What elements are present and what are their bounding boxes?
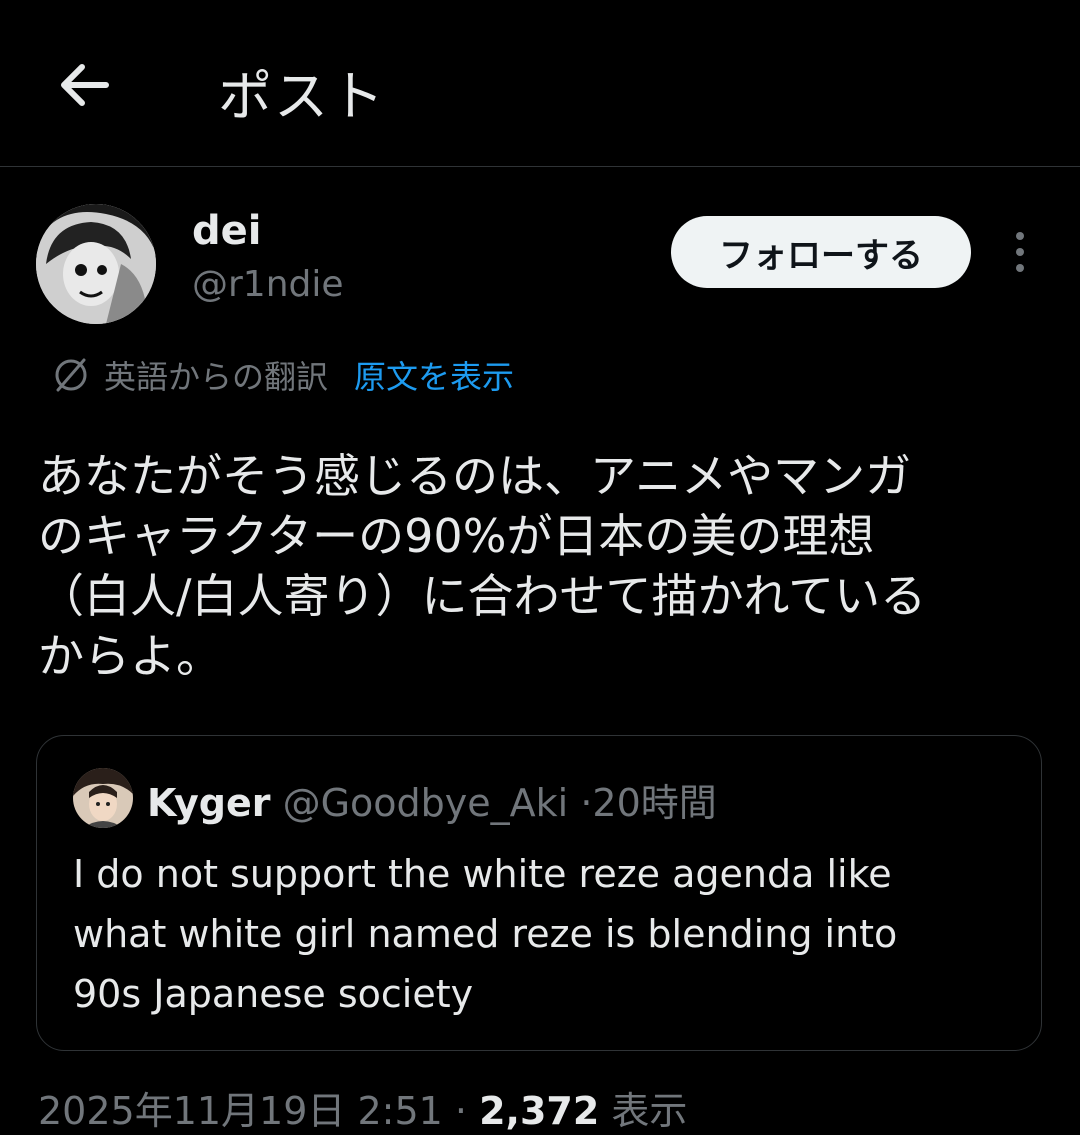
post-meta: 2025年11月19日 2:51 · 2,372 表示 [38,1080,687,1135]
follow-button[interactable]: フォローする [671,216,971,288]
post-text-line: からよ。 [38,629,222,683]
views-count: 2,372 [479,1089,600,1133]
separator-dot: · [580,781,593,825]
page-title: ポスト [218,65,386,128]
views-label: 表示 [611,1089,688,1133]
quoted-post-time: 20時間 [592,781,717,825]
arrow-left-icon [61,64,109,106]
quoted-text-line: 90s Japanese society [73,972,474,1016]
post-timestamp[interactable]: 2025年11月19日 2:51 [38,1089,443,1133]
quoted-text-line: I do not support the white reze agenda l… [73,852,892,896]
show-original-link[interactable]: 原文を表示 [354,352,514,398]
quoted-text-line: what white girl named reze is blending i… [73,912,898,956]
quoted-post-card[interactable]: Kyger @Goodbye_Aki ·20時間 I do not suppor… [36,735,1042,1051]
top-bar: ポスト [0,0,1080,167]
translation-label: 英語からの翻訳 [104,358,329,396]
author-handle[interactable]: @r1ndie [192,264,344,305]
post-text-line: のキャラクターの90%が日本の美の理想 [38,509,875,563]
post-text-line: （白人/白人寄り）に合わせて描かれている [38,569,927,623]
quoted-post-text: I do not support the white reze agenda l… [73,844,1013,1024]
quoted-post-header: Kyger @Goodbye_Aki ·20時間 [147,772,717,827]
more-options-button[interactable] [1000,230,1040,274]
quoted-author-avatar [73,768,133,828]
quoted-author-handle: @Goodbye_Aki [282,781,569,825]
translation-row: 英語からの翻訳 原文を表示 [48,352,514,398]
vertical-dots-icon [1016,232,1024,272]
post-text-line: あなたがそう感じるのは、アニメやマンガ [38,449,912,503]
quoted-author-name: Kyger [147,781,271,825]
post-text: あなたがそう感じるのは、アニメやマンガ のキャラクターの90%が日本の美の理想 … [38,446,1038,686]
author-display-name[interactable]: dei [192,208,261,254]
back-button[interactable] [54,55,114,115]
separator-dot: · [454,1089,468,1133]
translate-globe-icon [48,352,94,398]
author-avatar[interactable] [36,204,156,324]
